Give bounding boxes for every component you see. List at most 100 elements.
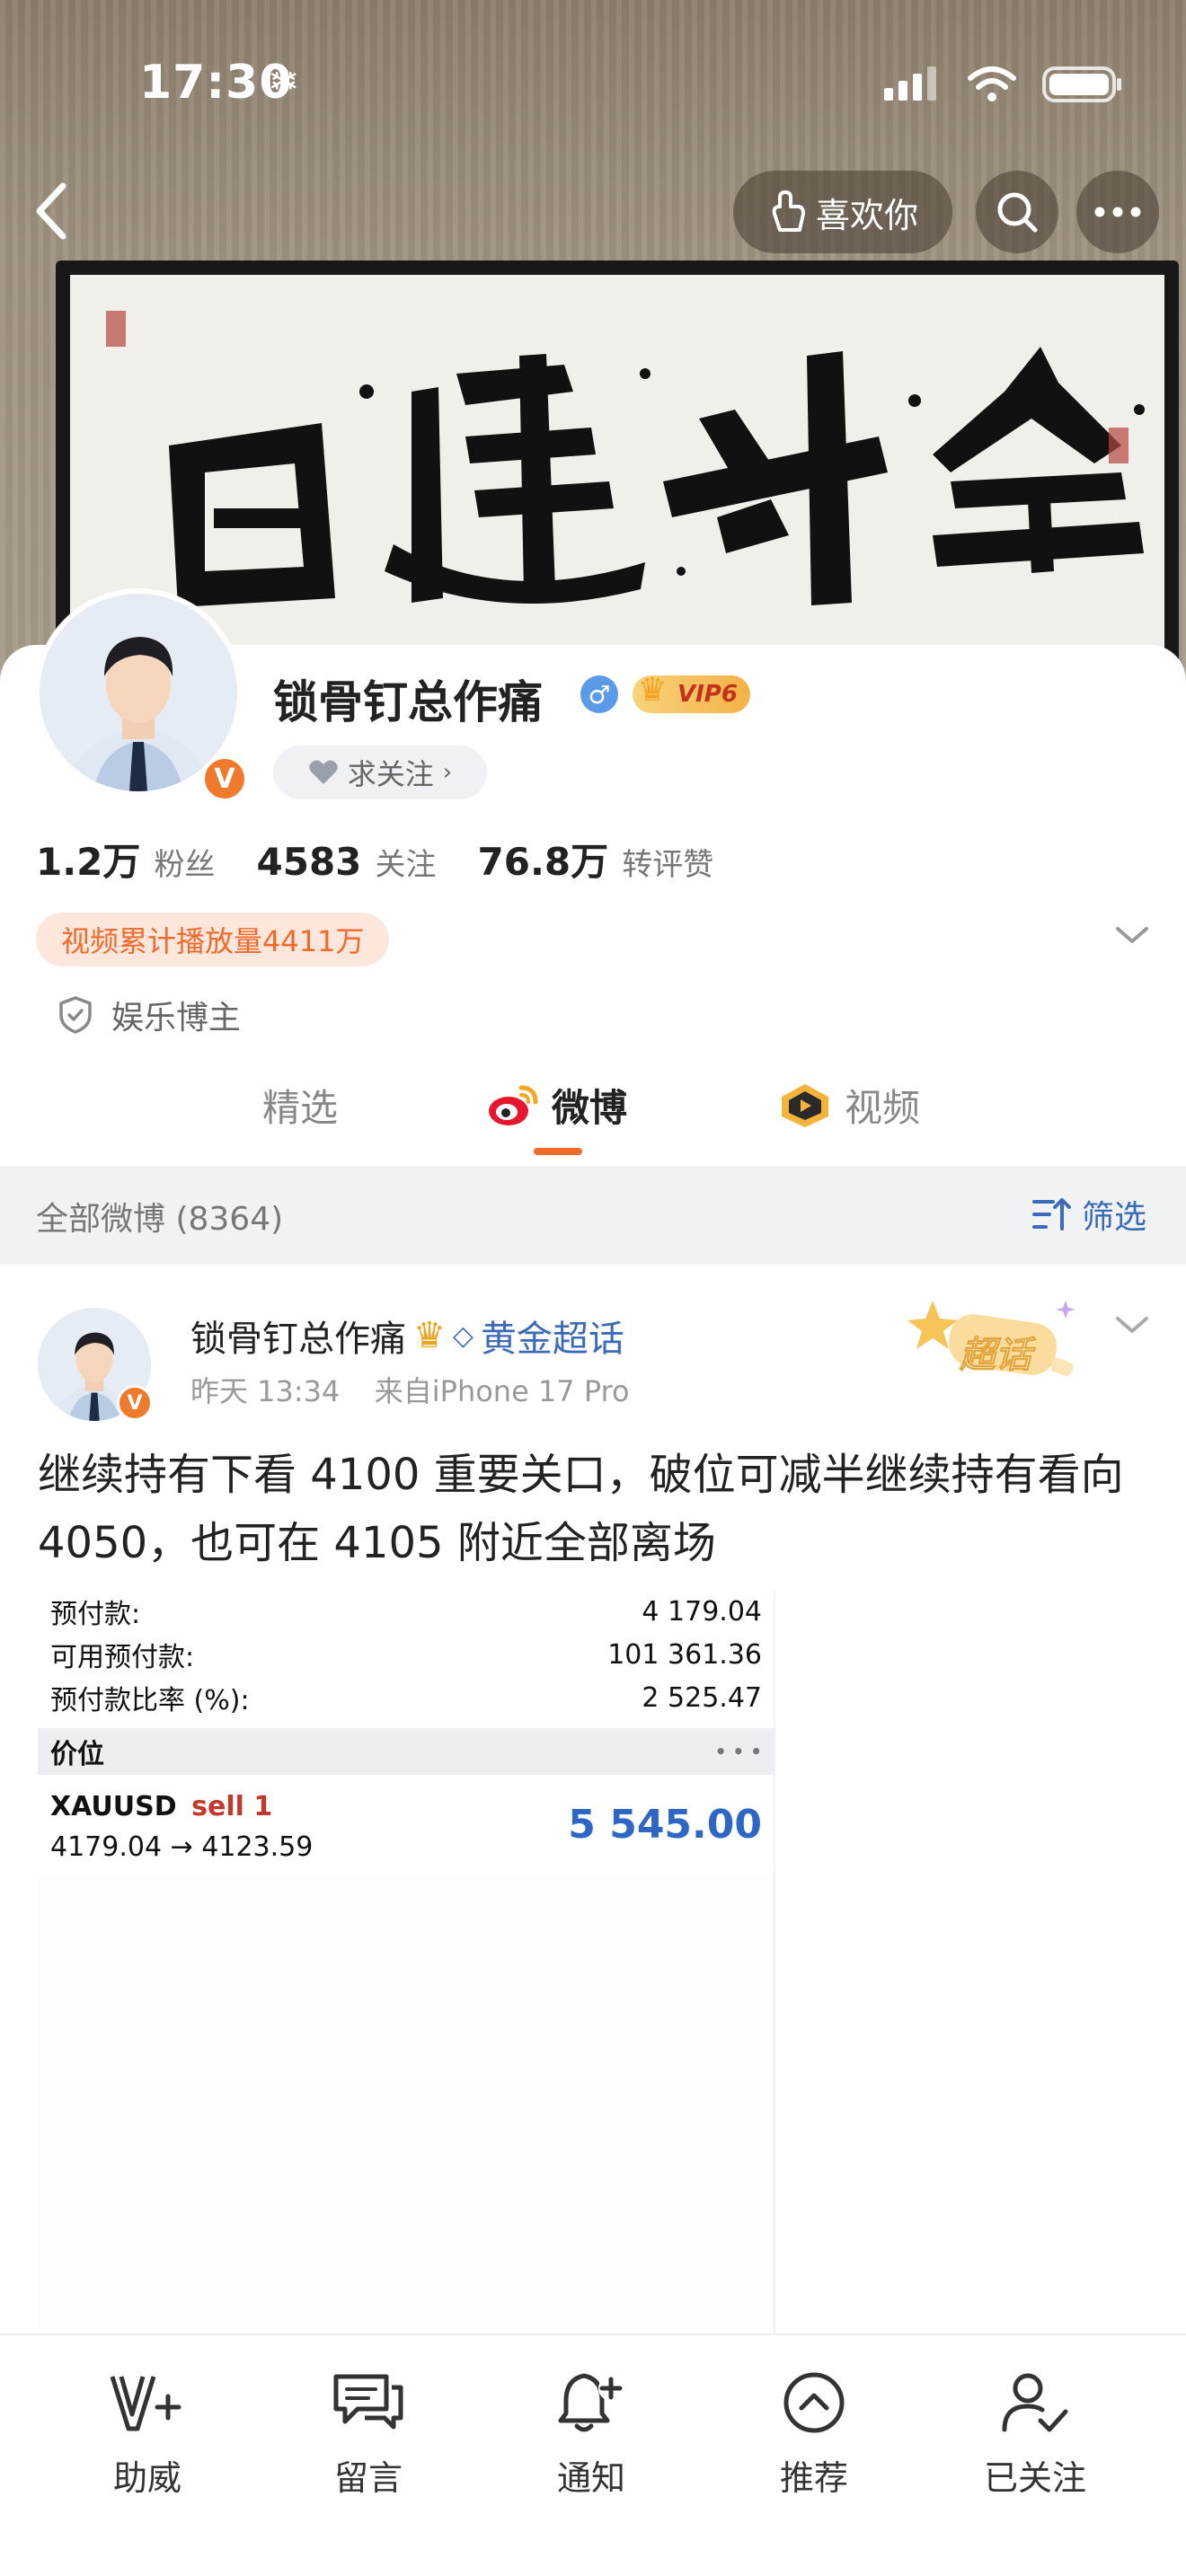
stat-followers[interactable]: 1.2万 粉丝 [36, 832, 216, 887]
ask-follow-button[interactable]: 求关注 › [273, 745, 487, 799]
back-button[interactable] [25, 175, 79, 247]
row-value: 2 525.47 [642, 1681, 762, 1714]
video-channel-icon [782, 1083, 828, 1127]
post-text: 继续持有下看 4100 重要关口，破位可减半继续持有看向 4050，也可在 41… [38, 1450, 1124, 1568]
snowflake-icon: ❄ [268, 59, 300, 103]
stat-interactions[interactable]: 76.8万 转评赞 [478, 832, 714, 887]
post-author-name[interactable]: 锁骨钉总作痛 [190, 1310, 406, 1362]
account-row: 预付款比率 (%): 2 525.47 [38, 1676, 774, 1719]
row-key: 预付款比率 (%): [50, 1685, 250, 1716]
bottom-label: 推荐 [779, 2458, 848, 2498]
stat-label: 粉丝 [154, 847, 216, 883]
weibo-logo-icon [489, 1085, 538, 1125]
filter-button[interactable]: 筛选 [1031, 1191, 1146, 1238]
profile-stats: 1.2万 粉丝 4583 关注 76.8万 转评赞 [36, 832, 713, 887]
chevron-down-icon [1116, 927, 1148, 943]
followed-icon [1002, 2373, 1068, 2432]
position-symbol: XAUUSD [50, 1791, 177, 1822]
expand-profile-button[interactable] [1114, 925, 1150, 950]
trade-screenshot[interactable]: 预付款: 4 179.04 可用预付款: 101 361.36 预付款比率 (%… [38, 1590, 775, 2377]
status-icons [884, 65, 1123, 104]
profile-name: 锁骨钉总作痛 [273, 676, 543, 728]
account-row: 预付款: 4 179.04 [38, 1590, 774, 1633]
message-button[interactable]: 留言 [288, 2353, 449, 2500]
profile-avatar[interactable]: V [34, 588, 248, 802]
positions-more: • • • [714, 1741, 762, 1762]
search-button[interactable] [976, 171, 1058, 253]
chevron-down-icon [1116, 1317, 1148, 1333]
post-author-line: 锁骨钉总作痛 ♛ ◇ 黄金超话 [190, 1310, 624, 1362]
recommend-button[interactable]: 推荐 [733, 2353, 895, 2500]
ask-follow-label: 求关注 [347, 757, 434, 791]
calligraphy-artwork [169, 347, 1145, 607]
crown-icon: ♛ [638, 672, 668, 709]
bottom-label: 通知 [556, 2458, 625, 2498]
cover-photo: 17:30 ❄ 喜欢你 [0, 0, 1186, 683]
positions-header: 价位 • • • [38, 1728, 774, 1775]
stat-following[interactable]: 4583 关注 [257, 840, 437, 884]
post-time: 昨天 13:34 [190, 1374, 341, 1408]
stat-value: 76.8万 [477, 840, 609, 884]
position-side: sell 1 [191, 1791, 273, 1822]
seal-stamp [1109, 428, 1128, 463]
tab-weibo[interactable]: 微博 [485, 1078, 627, 1133]
tab-featured[interactable]: 精选 [262, 1078, 338, 1133]
post-meta: 昨天 13:34 来自iPhone 17 Pro [190, 1369, 630, 1410]
tab-video[interactable]: 视频 [778, 1078, 920, 1133]
stat-value: 4583 [256, 840, 362, 884]
shield-check-icon [59, 996, 92, 1034]
row-key: 可用预付款: [50, 1642, 195, 1673]
message-icon [333, 2374, 403, 2430]
bottom-label: 留言 [333, 2458, 403, 2498]
diamond-icon: ◇ [452, 1319, 474, 1352]
tab-label: 微博 [552, 1086, 628, 1130]
vip-badge[interactable]: ♛ VIP6 [633, 672, 750, 713]
post-topic-link[interactable]: 黄金超话 [481, 1310, 624, 1362]
bottom-action-bar: 助威 留言 通知 推荐 已关注 [0, 2333, 1186, 2576]
weibo-post[interactable]: V 锁骨钉总作痛 ♛ ◇ 黄金超话 昨天 13:34 来自iPhone 17 P… [0, 1265, 1186, 2377]
row-value: 4 179.04 [642, 1595, 762, 1628]
post-menu-button[interactable] [1114, 1315, 1150, 1340]
bottom-label: 助威 [112, 2458, 181, 2498]
play-count-badge[interactable]: 视频累计播放量4411万 [36, 913, 390, 966]
stat-label: 关注 [375, 847, 437, 883]
wifi-icon [968, 66, 1016, 101]
filter-bar: 全部微博 (8364) 筛选 [0, 1166, 1186, 1265]
bottom-label: 已关注 [983, 2458, 1086, 2498]
stat-label: 转评赞 [622, 847, 714, 883]
verified-badge: V [117, 1385, 153, 1421]
like-you-button[interactable]: 喜欢你 [733, 171, 952, 253]
male-gender-icon: ♂ [580, 675, 618, 713]
role-tag[interactable]: 娱乐博主 [58, 992, 241, 1038]
calligraphy-frame [56, 260, 1179, 683]
cheer-icon [110, 2376, 181, 2431]
search-icon [997, 192, 1038, 233]
account-row: 可用预付款: 101 361.36 [38, 1633, 774, 1676]
seal-stamp [106, 311, 126, 347]
battery-icon [1042, 66, 1121, 102]
heart-plus-icon [309, 760, 338, 784]
weibo-count: 全部微博 (8364) [36, 1201, 284, 1238]
more-dots-icon [1094, 207, 1141, 217]
chaohua-sticker[interactable]: 超话 [906, 1292, 1085, 1381]
recommend-icon [783, 2372, 845, 2433]
chaohua-label: 超话 [960, 1335, 1032, 1377]
cheer-button[interactable]: 助威 [66, 2353, 228, 2500]
followed-button[interactable]: 已关注 [954, 2353, 1116, 2500]
vip-label: VIP6 [677, 681, 738, 708]
verified-badge: V [201, 755, 248, 802]
post-source: 来自iPhone 17 Pro [374, 1374, 630, 1408]
like-you-label: 喜欢你 [815, 195, 918, 235]
bell-plus-icon [558, 2373, 624, 2432]
crown-badge-icon: ♛ [413, 1315, 446, 1356]
chevron-left-icon [36, 182, 66, 240]
positions-title: 价位 [50, 1739, 104, 1770]
notify-button[interactable]: 通知 [510, 2353, 672, 2500]
more-button[interactable] [1076, 171, 1159, 253]
active-tab-indicator [534, 1148, 582, 1155]
role-label: 娱乐博主 [111, 1000, 242, 1037]
position-row: XAUUSD sell 1 4179.04 → 4123.59 5 545.00 [38, 1775, 774, 1874]
row-key: 预付款: [50, 1599, 141, 1630]
tab-label: 视频 [845, 1086, 921, 1130]
chevron-right-icon: › [442, 759, 453, 786]
